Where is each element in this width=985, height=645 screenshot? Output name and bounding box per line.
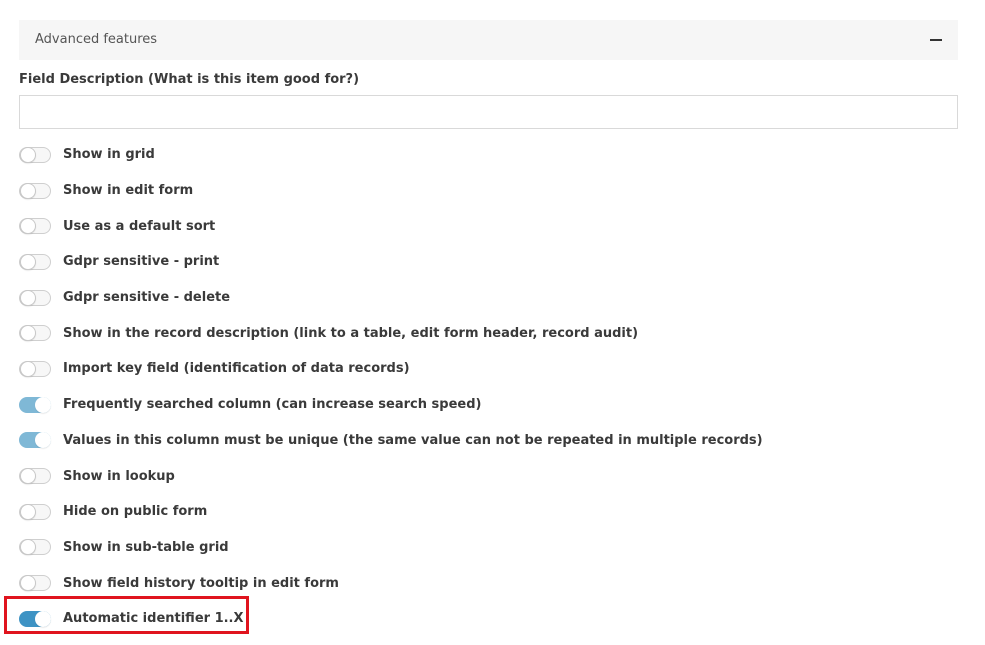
toggle-row-gdpr-delete: Gdpr sensitive - delete xyxy=(19,280,969,316)
toggle-label: Gdpr sensitive - print xyxy=(63,254,220,270)
toggle-switch[interactable] xyxy=(19,146,51,163)
field-description-input[interactable] xyxy=(19,95,958,129)
toggle-row-sub-table-grid: Show in sub-table grid xyxy=(19,530,969,566)
toggle-row-show-in-edit-form: Show in edit form xyxy=(19,173,969,209)
advanced-features-header[interactable]: Advanced features xyxy=(19,20,958,60)
toggle-row-record-description: Show in the record description (link to … xyxy=(19,315,969,351)
toggle-row-gdpr-print: Gdpr sensitive - print xyxy=(19,244,969,280)
toggle-row-automatic-identifier: Automatic identifier 1..X xyxy=(19,601,969,637)
toggle-switch[interactable] xyxy=(19,289,51,306)
toggle-row-show-in-grid: Show in grid xyxy=(19,137,969,173)
toggle-switch[interactable] xyxy=(19,539,51,556)
toggle-switch[interactable] xyxy=(19,253,51,270)
toggle-switch[interactable] xyxy=(19,360,51,377)
toggle-row-hide-public-form: Hide on public form xyxy=(19,494,969,530)
field-description-label: Field Description (What is this item goo… xyxy=(19,72,360,87)
toggle-row-unique-values: Values in this column must be unique (th… xyxy=(19,423,969,459)
toggle-switch[interactable] xyxy=(19,182,51,199)
toggle-label: Show field history tooltip in edit form xyxy=(63,575,339,591)
toggle-label: Hide on public form xyxy=(63,504,208,520)
toggle-row-import-key: Import key field (identification of data… xyxy=(19,351,969,387)
toggle-switch[interactable] xyxy=(19,575,51,592)
toggle-switch[interactable] xyxy=(19,218,51,235)
toggle-row-frequently-searched: Frequently searched column (can increase… xyxy=(19,387,969,423)
toggle-list: Show in grid Show in edit form Use as a … xyxy=(19,137,969,637)
toggle-switch[interactable] xyxy=(19,396,51,413)
toggle-label: Frequently searched column (can increase… xyxy=(63,397,482,413)
toggle-label: Show in sub-table grid xyxy=(63,539,229,555)
panel-title: Advanced features xyxy=(35,32,158,47)
toggle-label: Import key field (identification of data… xyxy=(63,361,410,377)
toggle-label: Automatic identifier 1..X xyxy=(63,611,244,627)
toggle-switch[interactable] xyxy=(19,503,51,520)
toggle-label: Show in the record description (link to … xyxy=(63,325,639,341)
toggle-switch[interactable] xyxy=(19,432,51,449)
toggle-label: Gdpr sensitive - delete xyxy=(63,290,231,306)
toggle-row-show-in-lookup: Show in lookup xyxy=(19,458,969,494)
toggle-label: Show in lookup xyxy=(63,468,175,484)
toggle-switch[interactable] xyxy=(19,468,51,485)
toggle-row-default-sort: Use as a default sort xyxy=(19,208,969,244)
toggle-switch[interactable] xyxy=(19,610,51,627)
toggle-label: Show in grid xyxy=(63,147,155,163)
minus-icon[interactable] xyxy=(929,30,943,50)
toggle-switch[interactable] xyxy=(19,325,51,342)
toggle-label: Show in edit form xyxy=(63,183,194,199)
toggle-row-history-tooltip: Show field history tooltip in edit form xyxy=(19,565,969,601)
toggle-label: Values in this column must be unique (th… xyxy=(63,432,763,448)
toggle-label: Use as a default sort xyxy=(63,218,216,234)
